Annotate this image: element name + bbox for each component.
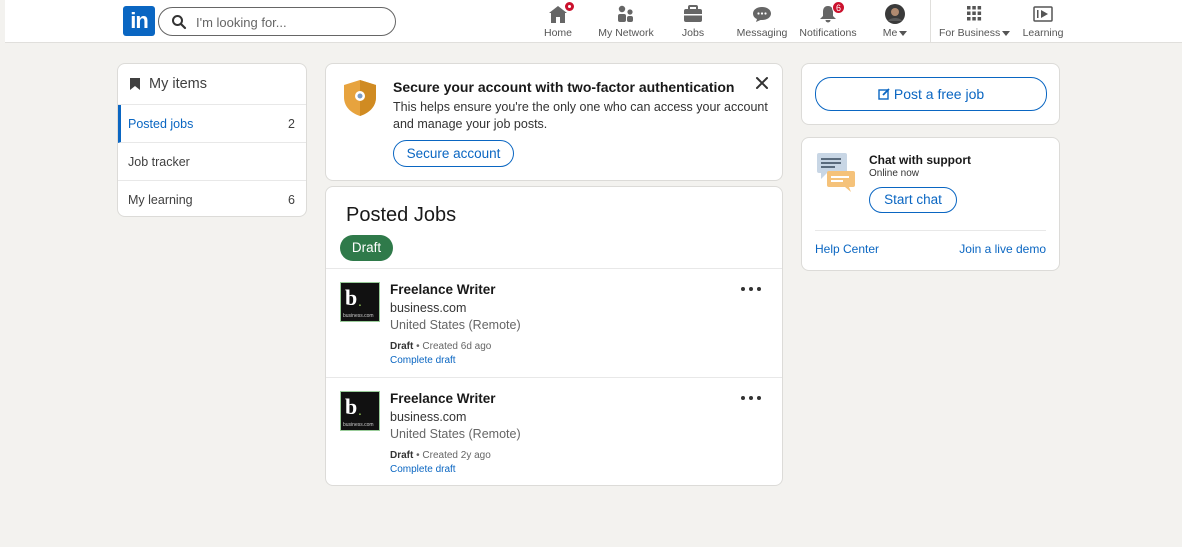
sidebar-item-count: 6 xyxy=(288,193,295,207)
job-status-line: Draft • Created 2y ago xyxy=(390,450,491,461)
search-icon xyxy=(172,15,187,30)
job-title[interactable]: Freelance Writer xyxy=(390,282,496,297)
search-bar[interactable] xyxy=(158,7,396,36)
draft-filter-pill[interactable]: Draft xyxy=(340,235,393,261)
nav-label: For Business xyxy=(939,27,1011,39)
more-options-icon[interactable] xyxy=(740,284,762,294)
sidebar-item-label: Job tracker xyxy=(128,155,190,169)
sidebar-item-label: Posted jobs xyxy=(128,117,194,131)
job-status-line: Draft • Created 6d ago xyxy=(390,341,491,352)
post-free-job-button[interactable]: Post a free job xyxy=(815,77,1047,111)
nav-label: Messaging xyxy=(736,27,788,39)
join-live-demo-link[interactable]: Join a live demo xyxy=(959,242,1046,256)
logo-letter: b xyxy=(345,285,358,310)
job-location: United States (Remote) xyxy=(390,318,521,332)
job-title[interactable]: Freelance Writer xyxy=(390,391,496,406)
briefcase-icon xyxy=(682,4,704,24)
nav-label: Notifications xyxy=(799,27,857,39)
posted-jobs-title: Posted Jobs xyxy=(346,204,457,226)
secure-account-button[interactable]: Secure account xyxy=(393,140,514,167)
close-icon[interactable] xyxy=(755,76,769,90)
job-status: Draft xyxy=(390,450,414,461)
shield-icon xyxy=(344,80,376,116)
bell-icon: 6 xyxy=(817,1,845,24)
nav-label: Home xyxy=(543,27,572,39)
divider xyxy=(815,230,1046,231)
nav-jobs[interactable]: Jobs xyxy=(673,4,713,40)
nav-label: My Network xyxy=(598,27,654,39)
job-created: • Created 2y ago xyxy=(413,450,491,461)
start-chat-button[interactable]: Start chat xyxy=(869,187,957,213)
home-icon xyxy=(547,1,575,24)
edit-icon xyxy=(878,88,890,100)
job-location: United States (Remote) xyxy=(390,427,521,441)
nav-for-business[interactable]: For Business xyxy=(939,4,1011,40)
logo-dot: . xyxy=(358,293,362,309)
company-logo: b . business.com xyxy=(340,391,380,431)
company-logo: b . business.com xyxy=(340,282,380,322)
nav-me[interactable]: Me xyxy=(877,4,913,40)
job-list-item[interactable]: b . business.com Freelance Writer busine… xyxy=(326,377,782,485)
nav-messaging[interactable]: Messaging xyxy=(736,4,788,40)
two-factor-banner: Secure your account with two-factor auth… xyxy=(325,63,783,181)
chevron-down-icon xyxy=(899,30,908,36)
avatar xyxy=(884,4,906,24)
two-factor-description: This helps ensure you're the only one wh… xyxy=(393,100,768,131)
top-navigation: in Home My Network Jobs Messaging 6 xyxy=(5,0,1182,43)
sidebar-item-label: My learning xyxy=(128,193,193,207)
sidebar-item-posted-jobs[interactable]: Posted jobs 2 xyxy=(118,105,306,143)
post-job-card: Post a free job xyxy=(801,63,1060,125)
my-items-title: My items xyxy=(149,76,207,92)
logo-subtext: business.com xyxy=(343,422,374,428)
logo-subtext: business.com xyxy=(343,313,374,319)
job-list-item[interactable]: b . business.com Freelance Writer busine… xyxy=(326,268,782,376)
my-items-card: My items Posted jobs 2 Job tracker My le… xyxy=(117,63,307,217)
post-free-job-label: Post a free job xyxy=(893,86,985,102)
linkedin-logo[interactable]: in xyxy=(123,6,155,36)
logo-letter: b xyxy=(345,394,358,419)
job-status: Draft xyxy=(390,341,414,352)
notification-count-badge: 6 xyxy=(832,1,845,14)
home-badge xyxy=(564,1,575,12)
search-input[interactable] xyxy=(196,12,386,32)
grid-icon xyxy=(963,4,985,24)
help-center-link[interactable]: Help Center xyxy=(815,242,879,256)
logo-dot: . xyxy=(358,402,362,418)
messaging-icon xyxy=(751,4,773,24)
complete-draft-link[interactable]: Complete draft xyxy=(390,464,456,475)
network-icon xyxy=(615,4,637,24)
sidebar-item-job-tracker[interactable]: Job tracker xyxy=(118,143,306,181)
job-company: business.com xyxy=(390,410,467,424)
my-items-header: My items xyxy=(118,64,306,105)
nav-home[interactable]: Home xyxy=(536,1,580,40)
job-created: • Created 6d ago xyxy=(413,341,492,352)
support-card: Chat with support Online now Start chat … xyxy=(801,137,1060,271)
posted-jobs-card: Posted Jobs Draft b . business.com Freel… xyxy=(325,186,783,486)
support-status: Online now xyxy=(869,168,920,179)
sidebar-item-my-learning[interactable]: My learning 6 xyxy=(118,181,306,219)
nav-label: Me xyxy=(877,27,913,39)
learning-icon xyxy=(1032,4,1054,24)
complete-draft-link[interactable]: Complete draft xyxy=(390,355,456,366)
nav-label: Jobs xyxy=(681,27,705,39)
nav-my-network[interactable]: My Network xyxy=(596,4,656,40)
sidebar-item-count: 2 xyxy=(288,117,295,131)
nav-learning[interactable]: Learning xyxy=(1021,4,1065,40)
support-title: Chat with support xyxy=(869,153,971,167)
for-business-label: For Business xyxy=(939,27,1001,39)
chat-support-icon xyxy=(817,153,855,192)
me-label: Me xyxy=(882,27,898,39)
job-company: business.com xyxy=(390,301,467,315)
two-factor-title: Secure your account with two-factor auth… xyxy=(393,79,735,95)
chevron-down-icon xyxy=(1002,30,1011,36)
nav-divider xyxy=(930,0,931,43)
nav-label: Learning xyxy=(1022,27,1064,39)
bookmark-icon xyxy=(130,78,140,90)
more-options-icon[interactable] xyxy=(740,393,762,403)
nav-notifications[interactable]: 6 Notifications xyxy=(798,1,858,40)
